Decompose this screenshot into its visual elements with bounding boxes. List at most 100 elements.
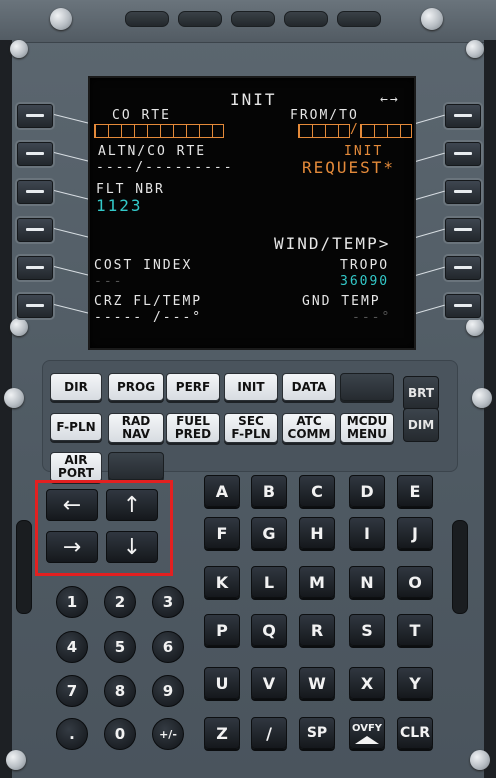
alpha-key-g[interactable]: G	[251, 517, 287, 549]
alpha-key-y[interactable]: Y	[397, 667, 433, 699]
alpha-key-i[interactable]: I	[349, 517, 385, 549]
alpha-key-t[interactable]: T	[397, 614, 433, 646]
lsk-3l[interactable]	[17, 180, 53, 204]
top-button-3[interactable]	[231, 11, 275, 27]
frame-right	[484, 40, 496, 778]
lsk-2r[interactable]	[445, 142, 481, 166]
alpha-key-f[interactable]: F	[204, 517, 240, 549]
alpha-key-label: H	[310, 523, 324, 543]
dir-key[interactable]: DIR	[50, 373, 102, 401]
top-button-2[interactable]	[178, 11, 222, 27]
data-key[interactable]: DATA	[282, 373, 336, 401]
numeric-key-4[interactable]: 4	[56, 631, 88, 663]
alpha-key-slash[interactable]: /	[251, 717, 287, 749]
alpha-key-x[interactable]: X	[349, 667, 385, 699]
numeric-key-5[interactable]: 5	[104, 631, 136, 663]
lsk-2l[interactable]	[17, 142, 53, 166]
alpha-key-q[interactable]: Q	[251, 614, 287, 646]
blank-key-top[interactable]	[340, 373, 394, 401]
perf-key[interactable]: PERF	[166, 373, 220, 401]
brt-key-label: BRT	[407, 386, 435, 400]
down-arrow-key[interactable]: ↓	[106, 531, 158, 563]
lsk-5l[interactable]	[17, 256, 53, 280]
sec-f-pln-key[interactable]: SEC F-PLN	[224, 413, 278, 443]
alpha-key-p[interactable]: P	[204, 614, 240, 646]
lsk-4r[interactable]	[445, 218, 481, 242]
lsk-3r[interactable]	[445, 180, 481, 204]
screw-bottom-right	[470, 750, 490, 770]
numeric-key-6[interactable]: 6	[152, 631, 184, 663]
prog-key[interactable]: PROG	[108, 373, 164, 401]
top-button-4[interactable]	[284, 11, 328, 27]
left-arrow-key[interactable]: ←	[46, 489, 98, 521]
alpha-key-w[interactable]: W	[299, 667, 335, 699]
alpha-key-z[interactable]: Z	[204, 717, 240, 749]
alpha-key-a[interactable]: A	[204, 475, 240, 507]
mcdu-display: INIT ←→ CO RTE FROM/TO / ALTN/CO RTE ---…	[88, 76, 416, 350]
numeric-key-dot[interactable]: .	[56, 718, 88, 750]
mcdu-menu-key[interactable]: MCDU MENU	[340, 413, 394, 443]
brt-key[interactable]: BRT	[403, 376, 439, 410]
screw-upper-left	[10, 40, 28, 58]
top-button-5[interactable]	[337, 11, 381, 27]
numeric-key-label: .	[69, 725, 75, 743]
tropo-value: 36090	[340, 274, 390, 289]
lsk-5r[interactable]	[445, 256, 481, 280]
alpha-key-e[interactable]: E	[397, 475, 433, 507]
numeric-key-plus-minus[interactable]: +/-	[152, 718, 184, 750]
fuel-pred-key[interactable]: FUEL PRED	[166, 413, 220, 443]
alpha-key-label: R	[310, 620, 324, 640]
alpha-key-r[interactable]: R	[299, 614, 335, 646]
lsk-1l[interactable]	[17, 104, 53, 128]
lsk-1r[interactable]	[445, 104, 481, 128]
numeric-key-8[interactable]: 8	[104, 675, 136, 707]
alpha-key-k[interactable]: K	[204, 566, 240, 598]
rad-nav-key[interactable]: RAD NAV	[108, 413, 164, 443]
alpha-key-j[interactable]: J	[397, 517, 433, 549]
numeric-key-1[interactable]: 1	[56, 586, 88, 618]
alpha-key-o[interactable]: O	[397, 566, 433, 598]
alpha-key-u[interactable]: U	[204, 667, 240, 699]
atc-comm-key[interactable]: ATC COMM	[282, 413, 336, 443]
alpha-key-b[interactable]: B	[251, 475, 287, 507]
numeric-key-0[interactable]: 0	[104, 718, 136, 750]
up-arrow-key[interactable]: ↑	[106, 489, 158, 521]
f-pln-key[interactable]: F-PLN	[50, 413, 102, 441]
init-request-prompt[interactable]: REQUEST*	[302, 158, 395, 177]
alpha-key-h[interactable]: H	[299, 517, 335, 549]
lsk-6r[interactable]	[445, 294, 481, 318]
blank-key-bottom[interactable]	[108, 452, 164, 480]
alpha-key-ovfy[interactable]: OVFY	[349, 717, 385, 749]
alpha-key-label: P	[216, 620, 228, 640]
alpha-key-clr[interactable]: CLR	[397, 717, 433, 749]
numeric-key-2[interactable]: 2	[104, 586, 136, 618]
sec-f-pln-line2: F-PLN	[231, 427, 271, 441]
numeric-key-3[interactable]: 3	[152, 586, 184, 618]
numeric-key-label: 7	[66, 682, 78, 700]
alpha-key-l[interactable]: L	[251, 566, 287, 598]
co-rte-entry-boxes[interactable]	[94, 124, 224, 138]
wind-temp-prompt[interactable]: WIND/TEMP>	[274, 234, 390, 253]
alpha-key-n[interactable]: N	[349, 566, 385, 598]
alpha-key-m[interactable]: M	[299, 566, 335, 598]
lsk-4l[interactable]	[17, 218, 53, 242]
numeric-key-9[interactable]: 9	[152, 675, 184, 707]
alpha-key-label: L	[263, 572, 275, 592]
init-key[interactable]: INIT	[224, 373, 278, 401]
airport-key[interactable]: AIR PORT	[50, 452, 102, 482]
from-entry-boxes[interactable]	[298, 124, 350, 138]
top-button-1[interactable]	[125, 11, 169, 27]
right-arrow-key[interactable]: →	[46, 531, 98, 563]
numeric-key-label: +/-	[159, 727, 177, 741]
alpha-key-c[interactable]: C	[299, 475, 335, 507]
alpha-key-d[interactable]: D	[349, 475, 385, 507]
alpha-key-s[interactable]: S	[349, 614, 385, 646]
lsk-6l[interactable]	[17, 294, 53, 318]
alpha-key-v[interactable]: V	[251, 667, 287, 699]
to-entry-boxes[interactable]	[360, 124, 412, 138]
gnd-temp-label: GND TEMP	[302, 294, 381, 309]
alpha-key-label: S	[361, 620, 373, 640]
alpha-key-sp[interactable]: SP	[299, 717, 335, 749]
dim-key[interactable]: DIM	[403, 408, 439, 442]
numeric-key-7[interactable]: 7	[56, 675, 88, 707]
